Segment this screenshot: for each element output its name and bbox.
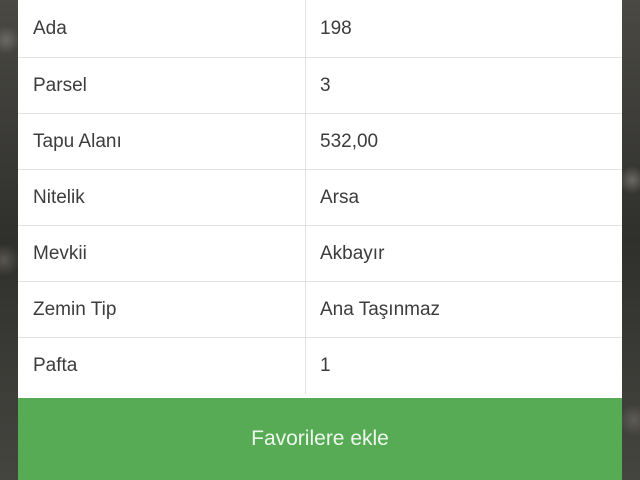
row-key: Mevkii	[18, 226, 306, 281]
table-row-mevkii: Mevkii Akbayır	[18, 226, 622, 282]
table-row-zemin-tip: Zemin Tip Ana Taşınmaz	[18, 282, 622, 338]
row-key: Pafta	[18, 338, 306, 394]
row-value: 3	[320, 74, 331, 96]
row-value: 198	[320, 17, 352, 39]
add-to-favorites-label: Favorilere ekle	[251, 427, 389, 450]
table-row-parsel: Parsel 3	[18, 58, 622, 114]
row-key: Ada	[18, 0, 306, 57]
table-row-tapu-alani: Tapu Alanı 532,00	[18, 114, 622, 170]
row-key: Nitelik	[18, 170, 306, 225]
add-to-favorites-button[interactable]: Favorilere ekle	[18, 398, 622, 480]
table-row-pafta: Pafta 1	[18, 338, 622, 394]
row-key: Tapu Alanı	[18, 114, 306, 169]
parcel-info-panel: Ada 198 Parsel 3 Tapu Alanı 532,00 Nitel…	[18, 0, 622, 480]
row-value: Ana Taşınmaz	[320, 298, 441, 320]
row-value: Akbayır	[320, 242, 385, 264]
table-row-nitelik: Nitelik Arsa	[18, 170, 622, 226]
table-row-ada: Ada 198	[18, 0, 622, 58]
row-value: Arsa	[320, 186, 360, 208]
parcel-details-table: Ada 198 Parsel 3 Tapu Alanı 532,00 Nitel…	[18, 0, 622, 394]
row-key: Zemin Tip	[18, 282, 306, 337]
row-value: 1	[320, 355, 331, 376]
row-key: Parsel	[18, 58, 306, 113]
row-value: 532,00	[320, 130, 379, 152]
